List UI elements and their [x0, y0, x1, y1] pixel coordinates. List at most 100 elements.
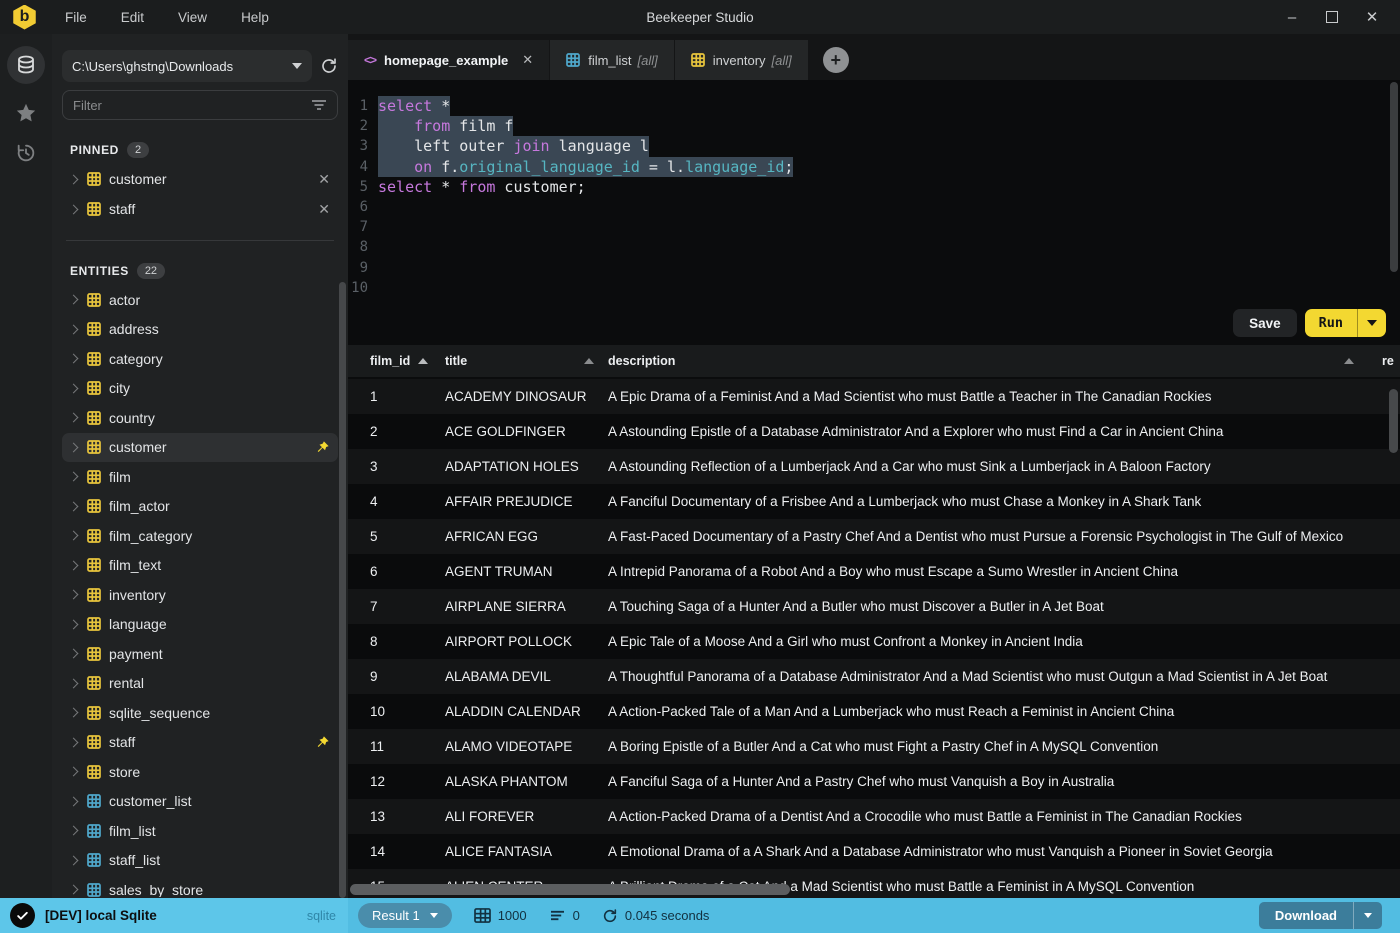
sidebar-scrollbar[interactable]: [339, 282, 346, 898]
table-row[interactable]: 11 ALAMO VIDEOTAPE A Boring Epistle of a B…: [348, 729, 1400, 764]
entities-section-header: ENTITIES 22: [70, 263, 330, 279]
new-tab-button[interactable]: +: [822, 47, 849, 73]
refresh-icon[interactable]: [320, 57, 338, 75]
grid-horizontal-scrollbar[interactable]: [350, 884, 790, 895]
maximize-icon[interactable]: [1326, 11, 1338, 23]
sidebar-item-staff_list[interactable]: staff_list: [62, 846, 338, 876]
sidebar-item-film_list[interactable]: film_list: [62, 816, 338, 846]
table-row[interactable]: 14 ALICE FANTASIA A Emotional Drama of a A…: [348, 834, 1400, 869]
chevron-right-icon[interactable]: [68, 766, 79, 777]
run-button[interactable]: Run: [1305, 309, 1357, 337]
chevron-right-icon[interactable]: [68, 174, 79, 184]
table-row[interactable]: 7 AIRPLANE SIERRA A Touching Saga of a Hun…: [348, 589, 1400, 624]
tab-inventory[interactable]: inventory [all]: [674, 40, 809, 80]
download-dropdown-button[interactable]: [1354, 902, 1382, 929]
chevron-right-icon[interactable]: [68, 324, 79, 335]
tab-film_list[interactable]: film_list [all]: [550, 40, 675, 80]
table-row[interactable]: 10 ALADDIN CALENDAR A Action-Packed Tale o…: [348, 694, 1400, 729]
chevron-right-icon[interactable]: [68, 678, 79, 689]
chevron-right-icon[interactable]: [68, 619, 79, 630]
code-token: *: [432, 97, 451, 115]
chevron-right-icon[interactable]: [68, 383, 79, 394]
tab-close-icon[interactable]: ✕: [522, 52, 533, 68]
sidebar-item-inventory[interactable]: inventory: [62, 580, 338, 610]
chevron-right-icon[interactable]: [68, 648, 79, 659]
table-row[interactable]: 4 AFFAIR PREJUDICE A Fanciful Documentary …: [348, 484, 1400, 519]
sidebar-item-sales_by_store[interactable]: sales_by_store: [62, 875, 338, 897]
pinned-item-staff[interactable]: staff ✕: [62, 194, 338, 224]
menu-item-file[interactable]: File: [65, 10, 87, 25]
result-selector[interactable]: Result 1: [358, 903, 452, 928]
sidebar-item-address[interactable]: address: [62, 315, 338, 345]
chevron-right-icon[interactable]: [68, 530, 79, 541]
table-row[interactable]: 9 ALABAMA DEVIL A Thoughtful Panorama of a…: [348, 659, 1400, 694]
column-header-description[interactable]: description: [608, 354, 1382, 368]
sidebar-item-sqlite_sequence[interactable]: sqlite_sequence: [62, 698, 338, 728]
sidebar-item-film_category[interactable]: film_category: [62, 521, 338, 551]
sidebar-item-city[interactable]: city: [62, 374, 338, 404]
chevron-right-icon[interactable]: [68, 855, 79, 866]
table-row[interactable]: 6 AGENT TRUMAN A Intrepid Panorama of a Ro…: [348, 554, 1400, 589]
pinned-item-customer[interactable]: customer ✕: [62, 164, 338, 194]
chevron-right-icon[interactable]: [68, 560, 79, 571]
table-row[interactable]: 2 ACE GOLDFINGER A Astounding Epistle of a…: [348, 414, 1400, 449]
save-button[interactable]: Save: [1233, 309, 1297, 337]
sidebar-item-staff[interactable]: staff: [62, 728, 338, 758]
sidebar-item-film_actor[interactable]: film_actor: [62, 492, 338, 522]
chevron-right-icon[interactable]: [68, 471, 79, 482]
menu-item-view[interactable]: View: [178, 10, 207, 25]
chevron-right-icon[interactable]: [68, 796, 79, 807]
table-row[interactable]: 13 ALI FOREVER A Action-Packed Drama of a …: [348, 799, 1400, 834]
sidebar-item-actor[interactable]: actor: [62, 285, 338, 315]
grid-vertical-scrollbar[interactable]: [1389, 389, 1398, 453]
rail-favorites-item[interactable]: [15, 102, 37, 124]
chevron-right-icon[interactable]: [68, 737, 79, 748]
sidebar-item-film[interactable]: film: [62, 462, 338, 492]
rail-database-item[interactable]: [7, 46, 45, 84]
table-row[interactable]: 8 AIRPORT POLLOCK A Epic Tale of a Moose A…: [348, 624, 1400, 659]
table-row[interactable]: 1 ACADEMY DINOSAUR A Epic Drama of a Femin…: [348, 379, 1400, 414]
sidebar-item-category[interactable]: category: [62, 344, 338, 374]
chevron-right-icon[interactable]: [68, 204, 79, 214]
chevron-right-icon[interactable]: [68, 412, 79, 423]
menu-item-edit[interactable]: Edit: [121, 10, 144, 25]
column-header-title[interactable]: title: [445, 354, 608, 368]
chevron-right-icon[interactable]: [68, 589, 79, 600]
sidebar-item-customer[interactable]: customer: [62, 432, 338, 462]
tab-label: homepage_example: [384, 52, 509, 68]
menu-item-help[interactable]: Help: [241, 10, 269, 25]
chevron-right-icon[interactable]: [68, 442, 79, 453]
run-dropdown-button[interactable]: [1358, 309, 1386, 337]
chevron-right-icon[interactable]: [68, 353, 79, 364]
column-header-film-id[interactable]: film_id: [348, 354, 445, 368]
editor-scrollbar[interactable]: [1390, 82, 1398, 272]
table-row[interactable]: 12 ALASKA PHANTOM A Fanciful Saga of a Hun…: [348, 764, 1400, 799]
sidebar-item-store[interactable]: store: [62, 757, 338, 787]
unpin-close-icon[interactable]: ✕: [318, 171, 330, 188]
column-header-partial[interactable]: re: [1382, 354, 1400, 368]
rail-history-item[interactable]: [15, 142, 37, 164]
connection-name[interactable]: [DEV] local Sqlite: [45, 908, 297, 923]
chevron-right-icon[interactable]: [68, 501, 79, 512]
chevron-right-icon[interactable]: [68, 825, 79, 836]
sidebar-item-rental[interactable]: rental: [62, 669, 338, 699]
sidebar-item-film_text[interactable]: film_text: [62, 551, 338, 581]
chevron-right-icon[interactable]: [68, 707, 79, 718]
sidebar-item-language[interactable]: language: [62, 610, 338, 640]
table-row[interactable]: 5 AFRICAN EGG A Fast-Paced Documentary of …: [348, 519, 1400, 554]
download-button[interactable]: Download: [1259, 902, 1353, 929]
chevron-right-icon[interactable]: [68, 884, 79, 895]
close-icon[interactable]: ✕: [1364, 8, 1380, 26]
table-row[interactable]: 3 ADAPTATION HOLES A Astounding Reflection…: [348, 449, 1400, 484]
chevron-right-icon[interactable]: [68, 294, 79, 305]
sidebar-item-customer_list[interactable]: customer_list: [62, 787, 338, 817]
sidebar-item-country[interactable]: country: [62, 403, 338, 433]
table-icon: [87, 440, 101, 455]
sql-editor[interactable]: 1 select * 2 from film f3 left outer join …: [348, 80, 1400, 345]
minimize-icon[interactable]: –: [1284, 9, 1300, 26]
filter-input[interactable]: Filter: [62, 90, 338, 120]
tab-homepage_example[interactable]: <> homepage_example ✕: [348, 40, 551, 80]
connection-select[interactable]: C:\Users\ghstng\Downloads: [62, 50, 312, 82]
sidebar-item-payment[interactable]: payment: [62, 639, 338, 669]
unpin-close-icon[interactable]: ✕: [318, 201, 330, 218]
